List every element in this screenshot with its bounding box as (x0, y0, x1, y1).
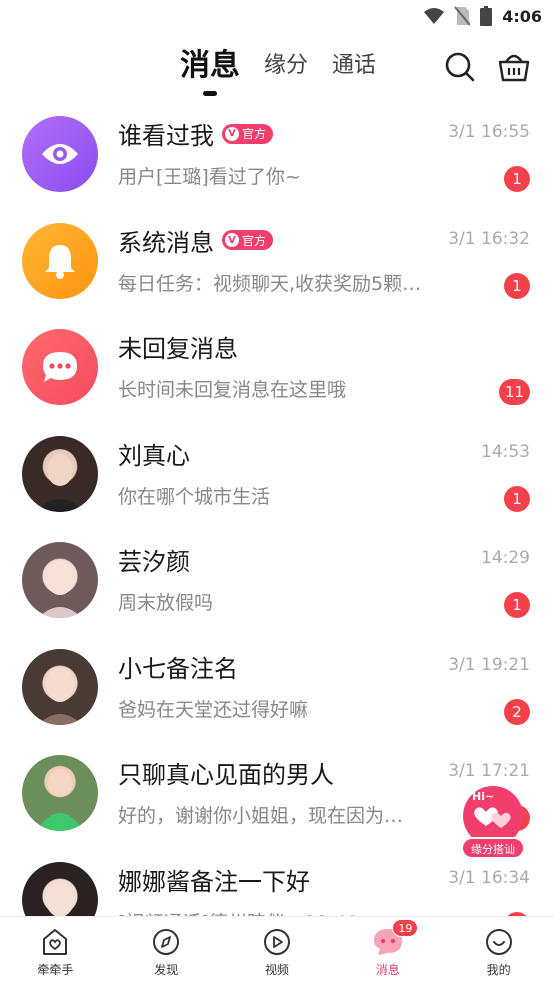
conversation-time: 3/1 16:34 (448, 867, 530, 888)
float-label: 缘分搭讪 (471, 843, 515, 856)
bell-icon (45, 244, 75, 279)
conversation-name: 刘真心 (118, 441, 190, 470)
tab-fate[interactable]: 缘分 (264, 46, 308, 86)
official-badge: V 官方 (222, 230, 274, 250)
gift-basket-icon[interactable] (497, 50, 531, 84)
conversation-preview: 你在哪个城市生活 (118, 485, 271, 508)
conversation-time: 3/1 17:21 (448, 761, 530, 781)
play-icon (263, 929, 290, 955)
nav-item-hold-hands[interactable]: 牵牵手 (0, 917, 111, 986)
no-sim-icon (454, 6, 471, 26)
clock: 4:06 (502, 6, 542, 26)
nav-item-video[interactable]: 视频 (222, 917, 333, 986)
eye-icon (42, 144, 78, 164)
conversation-time: 14:53 (481, 441, 530, 462)
conversation-preview: 周末放假吗 (118, 592, 214, 614)
tab-messages[interactable]: 消息 (180, 46, 240, 86)
bottom-nav: 牵牵手 发现 视频 19 消息 我的 (0, 916, 554, 986)
avatar (22, 329, 98, 405)
conversation-name: 娜娜酱备注一下好 (118, 867, 310, 896)
conversation-name: 未回复消息 (118, 335, 238, 363)
user-photo-icon (36, 769, 84, 831)
avatar (22, 116, 98, 192)
conversation-name: 谁看过我 V 官方 (118, 116, 274, 151)
unread-badge: 1 (504, 272, 530, 299)
conversation-name: 系统消息 V 官方 (118, 223, 274, 258)
conversation-time: 3/1 16:55 (448, 122, 530, 142)
conversation-preview: 好的，谢谢你小姐姐，现在因为… (118, 805, 404, 827)
nav-item-messages[interactable]: 19 消息 (332, 917, 443, 986)
unread-badge: 1 (504, 485, 530, 512)
heart-house-icon (43, 929, 68, 955)
avatar (22, 542, 98, 618)
wifi-icon (424, 8, 445, 24)
user-photo-icon (36, 453, 84, 512)
conversation-row[interactable]: 系统消息 V 官方 3/1 16:32 每日任务：视频聊天,收获奖励5颗… 1 (0, 207, 554, 314)
battery-icon (480, 6, 493, 26)
unread-badge: 1 (504, 166, 530, 192)
compass-icon (153, 929, 180, 955)
top-tabs: 消息 缘分 通话 (180, 46, 376, 86)
avatar (22, 648, 98, 725)
conversation-row[interactable]: 刘真心 14:53 你在哪个城市生活 1 (0, 420, 554, 527)
avatar (22, 755, 98, 831)
avatar (22, 435, 98, 512)
conversation-row[interactable]: 小七备注名 3/1 19:21 爸妈在天堂还过得好嘛 2 (0, 633, 554, 740)
conversation-row[interactable]: 芸汐颜 14:29 周末放假吗 1 (0, 526, 554, 633)
conversation-preview: 用户[王璐]看过了你~ (118, 166, 301, 188)
verified-icon: V (225, 126, 239, 141)
conversation-preview: 长时间未回复消息在这里哦 (118, 379, 347, 401)
avatar (22, 222, 98, 299)
status-bar: 4:06 (0, 0, 554, 34)
official-badge: V 官方 (222, 123, 274, 144)
fate-chat-floating-button[interactable]: Hi~ 缘分搭讪 (458, 782, 528, 860)
unread-badge: 1 (504, 592, 530, 618)
conversation-name: 小七备注名 (118, 654, 238, 683)
verified-icon: V (225, 233, 239, 247)
nav-item-me[interactable]: 我的 (443, 917, 554, 986)
chat-bubble-icon (43, 352, 77, 382)
conversation-row[interactable]: 谁看过我 V 官方 3/1 16:55 用户[王璐]看过了你~ 1 (0, 100, 554, 207)
conversation-name: 芸汐颜 (118, 548, 190, 576)
tab-calls[interactable]: 通话 (332, 46, 376, 86)
user-photo-icon (38, 561, 82, 618)
top-header: 消息 缘分 通话 (0, 40, 554, 100)
conversation-name: 只聊真心见面的男人 (118, 761, 334, 789)
conversation-preview: 爸妈在天堂还过得好嘛 (118, 698, 309, 721)
conversation-time: 3/1 16:32 (448, 228, 530, 249)
smile-icon (485, 929, 512, 955)
conversation-time: 14:29 (481, 548, 530, 568)
conversation-time: 3/1 19:21 (448, 654, 530, 675)
nav-unread-badge: 19 (392, 919, 419, 937)
float-hi-text: Hi~ (472, 790, 495, 803)
unread-badge: 11 (498, 379, 530, 405)
unread-badge: 2 (504, 698, 530, 725)
conversation-row[interactable]: 未回复消息 长时间未回复消息在这里哦 11 (0, 313, 554, 420)
user-photo-icon (38, 667, 82, 725)
search-icon[interactable] (443, 50, 477, 84)
conversation-preview: 每日任务：视频聊天,收获奖励5颗… (118, 272, 422, 295)
nav-item-discover[interactable]: 发现 (111, 917, 222, 986)
